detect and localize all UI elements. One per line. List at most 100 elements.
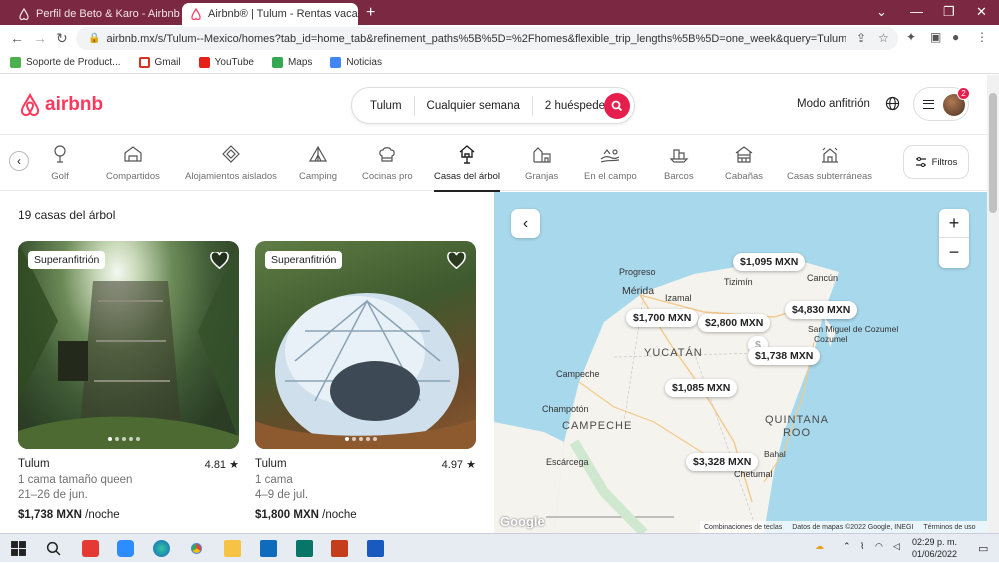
mail-icon[interactable] [260, 540, 277, 557]
weather-icon[interactable]: ☁ [815, 541, 824, 552]
category-camping[interactable]: Camping [299, 144, 337, 182]
extensions-icon[interactable]: ✦ [906, 30, 916, 44]
category-boats[interactable]: Barcos [664, 144, 694, 182]
close-window-icon[interactable]: ✕ [976, 4, 987, 20]
edge-icon[interactable] [153, 540, 170, 557]
chrome-icon[interactable] [188, 540, 205, 557]
terms-link[interactable]: Términos de uso [923, 524, 975, 531]
price-pin[interactable]: $1,738 MXN [748, 347, 820, 365]
category-cabins[interactable]: Cabañas [725, 144, 763, 182]
menu-kebab-icon[interactable]: ⋮ [976, 30, 988, 44]
globe-icon[interactable] [885, 96, 900, 111]
lock-icon: 🔒 [88, 33, 100, 44]
volume-icon[interactable]: ◁ [893, 541, 900, 552]
search-bar[interactable]: Tulum Cualquier semana 2 huéspedes [351, 87, 635, 124]
address-bar[interactable]: 🔒 airbnb.mx/s/Tulum--Mexico/homes?tab_id… [76, 27, 898, 50]
heart-icon[interactable] [447, 252, 466, 269]
price-pin[interactable]: $1,085 MXN [665, 379, 737, 397]
notification-icon[interactable]: ▭ [978, 542, 988, 555]
zoom-in-icon[interactable]: + [939, 209, 969, 238]
filters-label: Filtros [932, 157, 958, 168]
bookmark-item[interactable]: YouTube [199, 57, 254, 68]
listing-price: $1,800 MXN /noche [255, 509, 357, 521]
anydesk-icon[interactable] [82, 540, 99, 557]
zoom-app-icon[interactable] [117, 540, 134, 557]
bookmark-item[interactable]: Gmail [139, 57, 181, 68]
heart-icon[interactable] [210, 252, 229, 269]
listing-beds: 1 cama tamaño queen [18, 474, 132, 486]
new-tab-icon[interactable]: + [366, 4, 375, 22]
search-icon[interactable] [45, 540, 62, 557]
shared-home-icon [123, 144, 143, 164]
browser-tab[interactable]: Perfil de Beto & Karo - Airbnb ✕ [10, 3, 180, 25]
sliders-icon [915, 156, 927, 168]
category-remote[interactable]: Alojamientos aislados [185, 144, 277, 182]
listing-card[interactable]: Superanfitrión Tulum 4.81 ★ 1 cama tamañ… [18, 241, 239, 449]
bookmark-item[interactable]: Noticias [330, 57, 382, 68]
bookmark-star-icon[interactable]: ☆ [878, 31, 889, 45]
results-map[interactable]: Progreso Mérida Izamal Tizimín Cancún Ca… [494, 192, 987, 533]
sidebar-icon[interactable]: ▣ [930, 30, 941, 44]
search-dates[interactable]: Cualquier semana [415, 96, 533, 116]
category-earth-homes[interactable]: Casas subterráneas [787, 144, 872, 182]
map-collapse-button[interactable]: ‹ [511, 209, 540, 238]
search-location[interactable]: Tulum [352, 96, 415, 116]
chevron-up-icon[interactable]: ⌃ [843, 541, 851, 552]
host-mode-link[interactable]: Modo anfitrión [797, 98, 870, 110]
carousel-dots [108, 437, 140, 441]
publisher-icon[interactable] [296, 540, 313, 557]
maps-icon [272, 57, 283, 68]
bookmark-item[interactable]: Maps [272, 57, 312, 68]
reload-icon[interactable]: ↻ [56, 30, 68, 47]
filters-button[interactable]: Filtros [903, 145, 969, 179]
map-label: Tizimín [724, 277, 753, 287]
browser-tab-active[interactable]: Airbnb® | Tulum - Rentas vacaci ✕ [182, 3, 358, 25]
share-icon[interactable]: ⇪ [856, 31, 866, 45]
category-chef[interactable]: Cocinas pro [362, 144, 413, 182]
keyboard-shortcuts-link[interactable]: Combinaciones de teclas [704, 524, 782, 531]
google-logo: Google [500, 514, 545, 529]
profile-icon[interactable]: ● [952, 30, 959, 44]
category-countryside[interactable]: En el campo [584, 144, 637, 182]
category-label: Camping [299, 171, 337, 182]
category-shared[interactable]: Compartidos [106, 144, 160, 182]
url-text: airbnb.mx/s/Tulum--Mexico/homes?tab_id=h… [106, 33, 846, 45]
listing-photo[interactable]: Superanfitrión [18, 241, 239, 449]
price-pin[interactable]: $1,700 MXN [626, 309, 698, 327]
airbnb-logo[interactable]: airbnb [18, 93, 103, 117]
map-label: San Miguel de Cozumel [808, 324, 898, 334]
restore-icon[interactable]: ❐ [943, 4, 955, 20]
powerpoint-icon[interactable] [331, 540, 348, 557]
tab-search-icon[interactable]: ⌄ [876, 4, 887, 20]
carousel-dots [345, 437, 377, 441]
zoom-out-icon[interactable]: − [939, 238, 969, 267]
taskbar-clock[interactable]: 02:29 p. m. 01/06/2022 [912, 536, 957, 560]
price-pin[interactable]: $3,328 MXN [686, 453, 758, 471]
page-scrollbar[interactable] [987, 75, 999, 533]
bookmark-item[interactable]: Soporte de Product... [10, 57, 121, 68]
category-golf[interactable]: Golf [50, 144, 70, 182]
category-farms[interactable]: Granjas [525, 144, 558, 182]
forward-icon[interactable]: → [33, 30, 47, 46]
notification-badge: 2 [957, 87, 970, 100]
wifi-icon[interactable]: ◠ [875, 541, 883, 552]
windows-start-icon[interactable] [10, 540, 27, 557]
minimize-icon[interactable]: — [910, 4, 923, 19]
back-icon[interactable]: ← [10, 30, 24, 46]
category-prev-button[interactable]: ‹ [9, 151, 29, 171]
price-pin[interactable]: $4,830 MXN [785, 301, 857, 319]
word-icon[interactable] [367, 540, 384, 557]
map-label: Campeche [556, 369, 600, 379]
listing-photo[interactable]: Superanfitrión [255, 241, 476, 449]
user-menu-button[interactable]: 2 [913, 87, 969, 121]
listing-card[interactable]: Superanfitrión Tulum 4.97 ★ 1 cama 4–9 d… [255, 241, 476, 449]
scrollbar-thumb[interactable] [989, 93, 997, 213]
search-button[interactable] [604, 93, 630, 119]
price-pin[interactable]: $2,800 MXN [698, 314, 770, 332]
region-label: QUINTANA ROO [762, 414, 832, 440]
network-icon[interactable]: ⌇ [860, 541, 864, 552]
file-explorer-icon[interactable] [224, 540, 241, 557]
category-treehouse[interactable]: Casas del árbol [434, 144, 500, 192]
listing-rating: 4.97 ★ [442, 458, 476, 471]
price-pin[interactable]: $1,095 MXN [733, 253, 805, 271]
